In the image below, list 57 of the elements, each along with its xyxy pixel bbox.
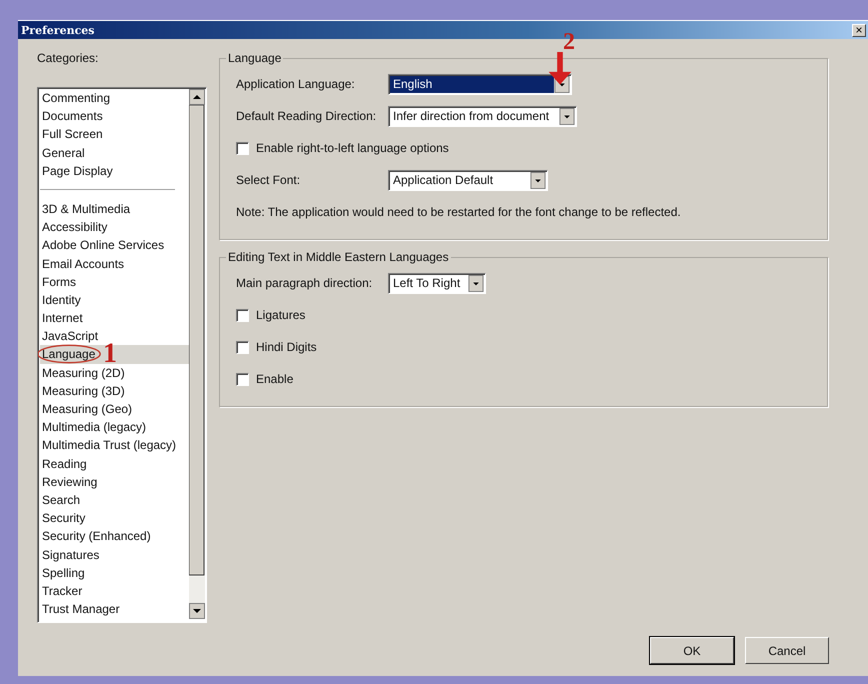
category-item[interactable]: Reviewing — [40, 472, 100, 491]
category-item[interactable]: JavaScript — [40, 327, 100, 346]
category-item[interactable]: Measuring (Geo) — [40, 400, 134, 418]
category-item[interactable]: Documents — [40, 107, 105, 126]
category-item[interactable]: Adobe Online Services — [40, 236, 166, 254]
dropdown-value: English — [390, 76, 554, 92]
field-label: Main paragraph direction: — [236, 276, 374, 290]
close-button[interactable]: × — [852, 24, 866, 36]
category-item[interactable]: Measuring (2D) — [40, 364, 127, 382]
checkbox[interactable] — [236, 142, 249, 154]
dialog-button[interactable]: Cancel — [745, 637, 829, 664]
category-item[interactable]: Email Accounts — [40, 254, 126, 273]
dropdown[interactable]: English — [388, 74, 572, 94]
dropdown[interactable]: Left To Right — [388, 272, 486, 294]
checkbox[interactable] — [236, 308, 249, 322]
checkbox-label: Ligatures — [256, 308, 306, 322]
field-label: Select Font: — [236, 173, 302, 187]
categories-label: Categories: — [37, 51, 100, 67]
category-item[interactable]: Security (Enhanced) — [40, 527, 153, 546]
category-item[interactable]: Page Display — [40, 162, 115, 180]
dialog-button[interactable]: OK — [650, 637, 734, 664]
category-item[interactable]: Measuring (3D) — [40, 382, 127, 400]
dropdown[interactable]: Infer direction from document — [388, 106, 577, 126]
checkbox-label: Enable right-to-left language options — [256, 141, 449, 155]
dropdown[interactable]: Application Default — [388, 170, 548, 190]
category-item[interactable]: Commenting — [40, 89, 112, 108]
category-item[interactable]: Tracker — [40, 582, 84, 600]
annotation-number: 1 — [103, 345, 117, 363]
checkbox-label: Hindi Digits — [256, 340, 317, 354]
category-item[interactable]: Reading — [40, 454, 89, 473]
category-item[interactable]: Accessibility — [40, 218, 110, 236]
field-label: Default Reading Direction: — [236, 109, 378, 123]
checkbox[interactable] — [236, 340, 249, 354]
category-item[interactable]: Signatures — [40, 546, 102, 564]
window-title: Preferences — [21, 24, 94, 36]
dropdown-value: Application Default — [392, 172, 494, 188]
category-item[interactable]: Security — [40, 509, 88, 528]
category-item[interactable]: Search — [40, 490, 82, 510]
scrollbar[interactable] — [189, 89, 205, 619]
group-title: Language — [227, 51, 282, 65]
category-item[interactable]: Forms — [40, 272, 78, 291]
group-title: Editing Text in Middle Eastern Languages — [227, 250, 450, 264]
checkbox[interactable] — [236, 372, 249, 386]
category-item[interactable]: Trust Manager — [40, 600, 122, 618]
note-text: Note: The application would need to be restarted for the font change to be reflected. — [236, 205, 681, 219]
category-item[interactable]: Multimedia Trust (legacy) — [40, 436, 178, 455]
checkbox-label: Enable — [256, 372, 294, 386]
dropdown-value: Infer direction from document — [392, 108, 550, 124]
field-label: Application Language: — [236, 77, 356, 91]
category-item[interactable]: Multimedia (legacy) — [40, 418, 148, 436]
category-item[interactable]: Identity — [40, 290, 83, 310]
category-item[interactable]: General — [40, 144, 87, 162]
category-item[interactable]: Internet — [40, 309, 85, 328]
dropdown-value: Left To Right — [392, 274, 462, 292]
category-item[interactable]: 3D & Multimedia — [40, 200, 132, 218]
category-item[interactable]: Full Screen — [40, 125, 105, 144]
category-item[interactable]: Spelling — [40, 564, 87, 582]
